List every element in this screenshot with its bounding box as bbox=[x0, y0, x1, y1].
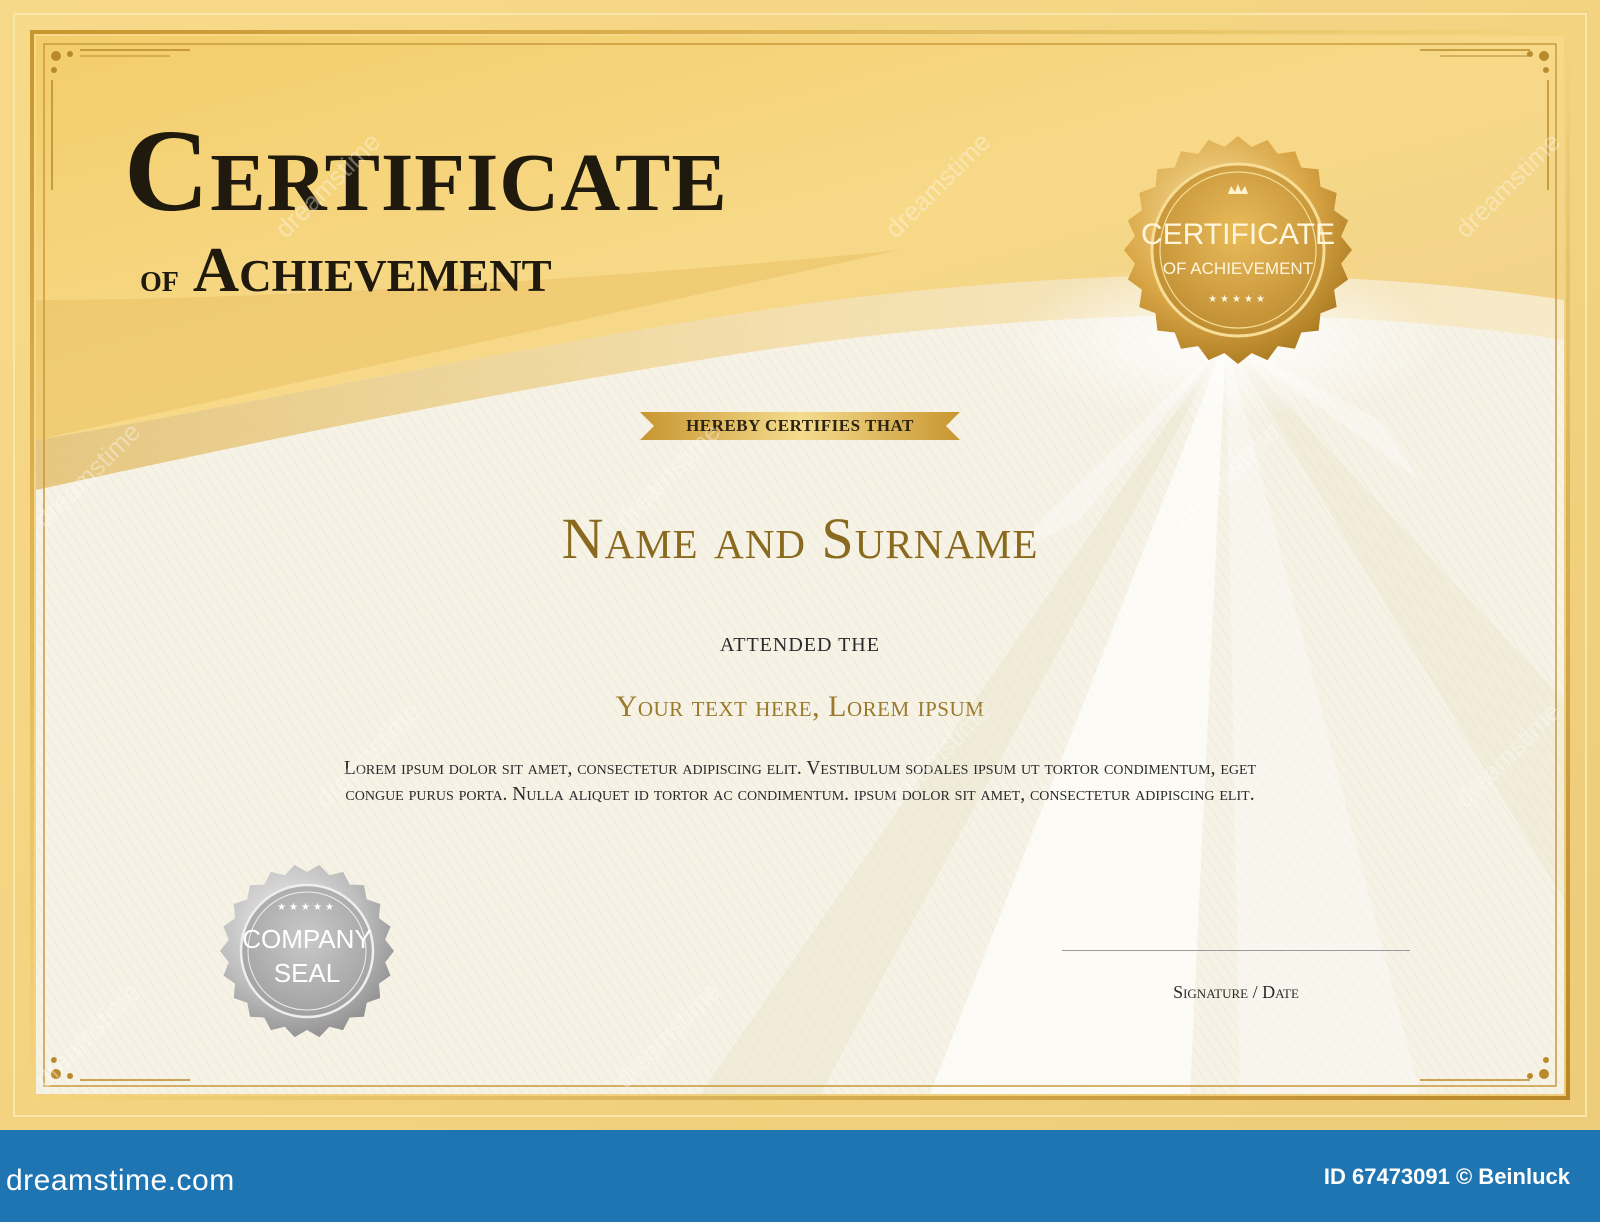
certificate: Certificate of Achievement HEREBY CERTIFI… bbox=[0, 0, 1600, 1130]
gold-seal-line1: CERTIFICATE bbox=[1141, 218, 1335, 251]
subtitle-of: of bbox=[140, 255, 179, 300]
corner-ornament-icon bbox=[51, 51, 73, 73]
signature-line bbox=[1062, 950, 1410, 951]
company-seal: ★★★★★ COMPANY SEAL bbox=[220, 864, 394, 1038]
corner-ornament-icon bbox=[1527, 51, 1549, 73]
recipient-name: Name and Surname bbox=[561, 506, 1039, 571]
company-seal-line2: SEAL bbox=[274, 958, 341, 988]
signature-label: Signature / Date bbox=[1173, 982, 1299, 1002]
body-line: congue purus porta. Nulla aliquet id tor… bbox=[345, 784, 1255, 805]
company-seal-line1: COMPANY bbox=[242, 924, 372, 954]
certificate-subtitle: of Achievement bbox=[140, 238, 552, 302]
attended-text: ATTENDED THE bbox=[720, 634, 880, 656]
course-text: Your text here, Lorem ipsum bbox=[615, 690, 985, 723]
corner-ornament-icon bbox=[1527, 1057, 1549, 1079]
company-seal-stars: ★★★★★ bbox=[277, 902, 337, 913]
certificate-title: Certificate bbox=[124, 105, 728, 236]
gold-seal-line2: OF ACHIEVEMENT bbox=[1163, 259, 1313, 278]
gold-seal: CERTIFICATE OF ACHIEVEMENT ★★★★★ bbox=[1124, 136, 1352, 364]
footer-image-id: ID 67473091 © Beinluck bbox=[1323, 1164, 1570, 1189]
subtitle-achievement: Achievement bbox=[192, 234, 552, 305]
footer-logo[interactable]: dreamstime.com bbox=[6, 1164, 235, 1198]
gold-seal-stars: ★★★★★ bbox=[1208, 294, 1268, 305]
